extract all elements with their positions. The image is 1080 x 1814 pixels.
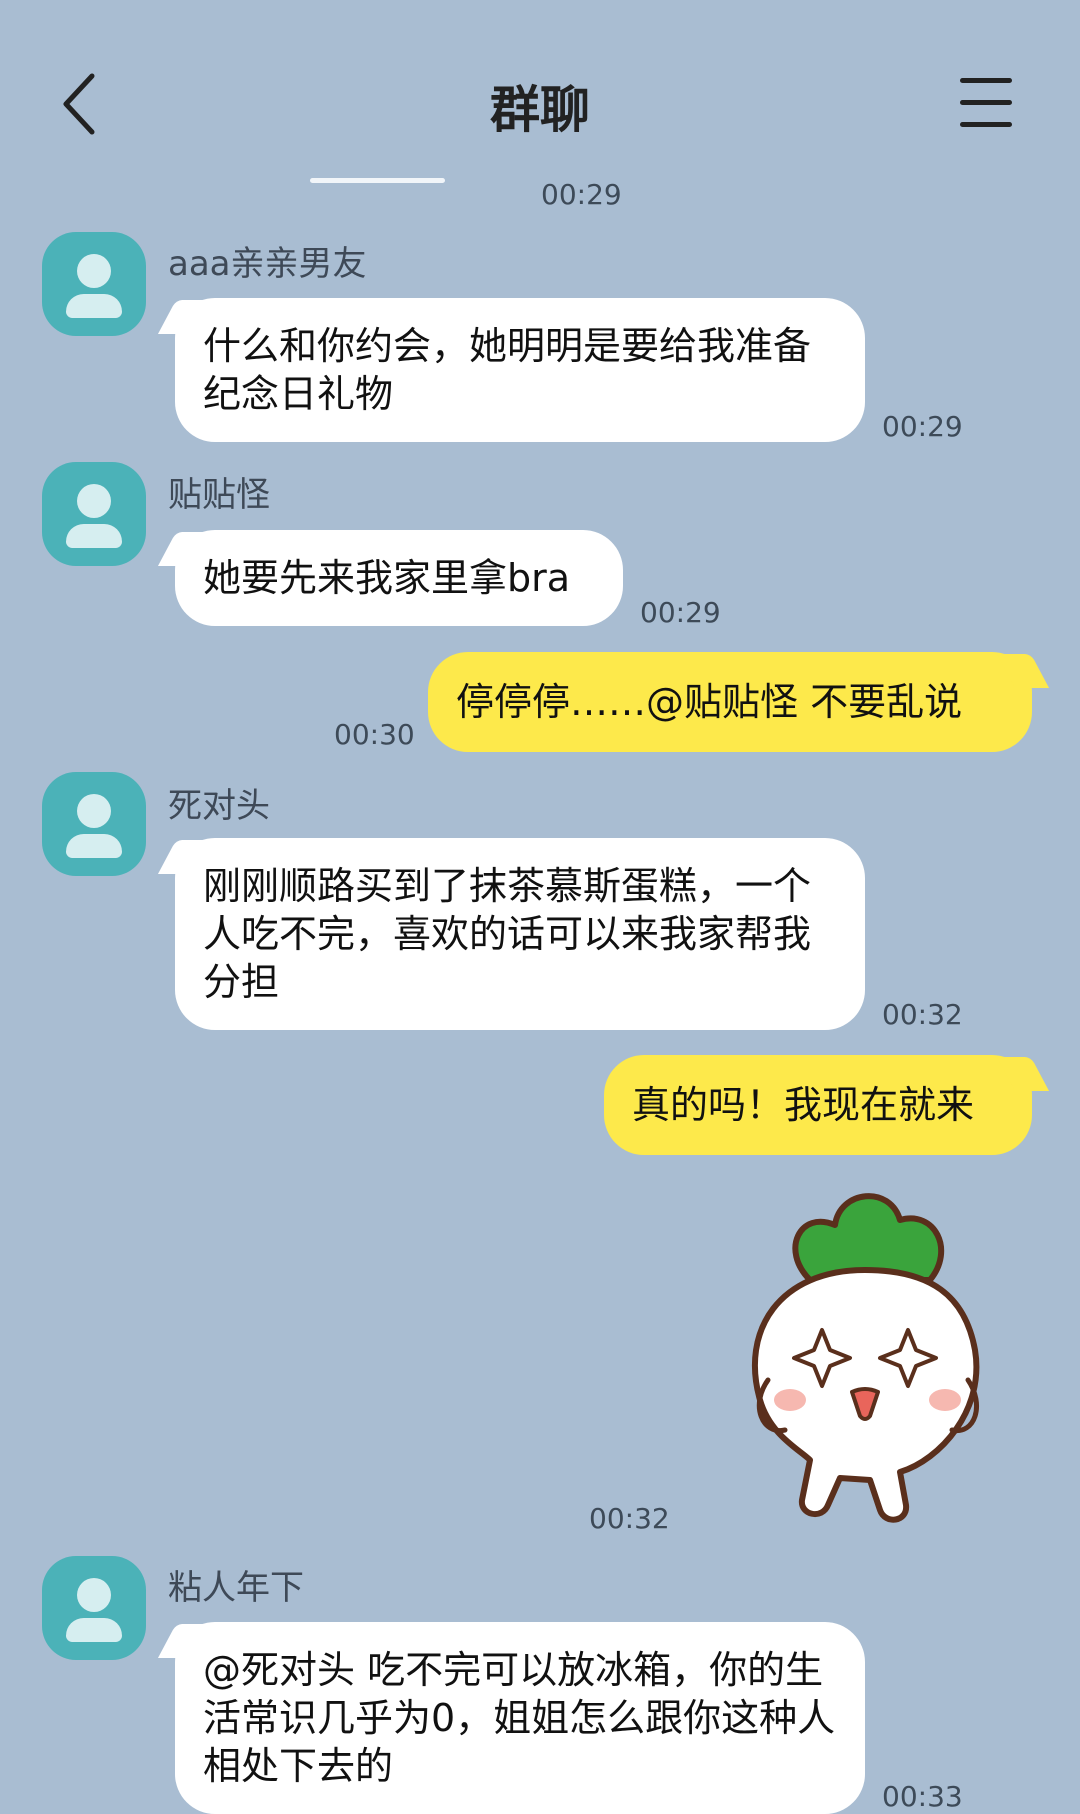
message-bubble[interactable]: 刚刚顺路买到了抹茶慕斯蛋糕，一个人吃不完，喜欢的话可以来我家帮我分担: [175, 838, 865, 1030]
message-text: 停停停……@贴贴怪 不要乱说: [456, 680, 963, 724]
message-text: 真的吗！我现在就来: [632, 1083, 975, 1127]
sender-name: 贴贴怪: [168, 475, 270, 515]
message-bubble[interactable]: 她要先来我家里拿bra: [175, 530, 623, 626]
menu-button[interactable]: [960, 78, 1020, 134]
message-text: 刚刚顺路买到了抹茶慕斯蛋糕，一个人吃不完，喜欢的话可以来我家帮我分担: [203, 864, 812, 1004]
avatar[interactable]: [42, 232, 146, 336]
message-bubble-outgoing[interactable]: 真的吗！我现在就来: [604, 1055, 1032, 1155]
message-timestamp: 00:32: [882, 998, 963, 1031]
menu-icon-line: [960, 78, 1012, 83]
message-bubble-outgoing[interactable]: 停停停……@贴贴怪 不要乱说: [428, 652, 1032, 752]
sender-name: 粘人年下: [168, 1568, 304, 1608]
page-title: 群聊: [490, 81, 590, 139]
radish-sticker[interactable]: [740, 1180, 990, 1540]
message-timestamp: 00:29: [882, 410, 963, 443]
message-timestamp: 00:29: [640, 596, 721, 629]
message-timestamp: 00:32: [589, 1502, 670, 1535]
message-text: @死对头 吃不完可以放冰箱，你的生活常识几乎为0，姐姐怎么跟你这种人相处下去的: [203, 1648, 836, 1788]
sender-name: 死对头: [168, 786, 270, 826]
message-timestamp: 00:30: [334, 718, 415, 751]
sender-name: aaa亲亲男友: [168, 244, 367, 284]
message-bubble[interactable]: 什么和你约会，她明明是要给我准备纪念日礼物: [175, 298, 865, 442]
menu-icon-line: [960, 100, 1012, 105]
scroll-indicator: [310, 178, 445, 183]
message-bubble[interactable]: @死对头 吃不完可以放冰箱，你的生活常识几乎为0，姐姐怎么跟你这种人相处下去的: [175, 1622, 865, 1814]
message-text: 她要先来我家里拿bra: [203, 556, 571, 600]
avatar[interactable]: [42, 462, 146, 566]
menu-icon-line: [960, 122, 1012, 127]
avatar[interactable]: [42, 772, 146, 876]
message-timestamp: 00:29: [541, 178, 622, 211]
message-timestamp: 00:33: [882, 1780, 963, 1813]
avatar[interactable]: [42, 1556, 146, 1660]
chat-header: 群聊: [0, 0, 1080, 190]
message-text: 什么和你约会，她明明是要给我准备纪念日礼物: [203, 324, 812, 416]
